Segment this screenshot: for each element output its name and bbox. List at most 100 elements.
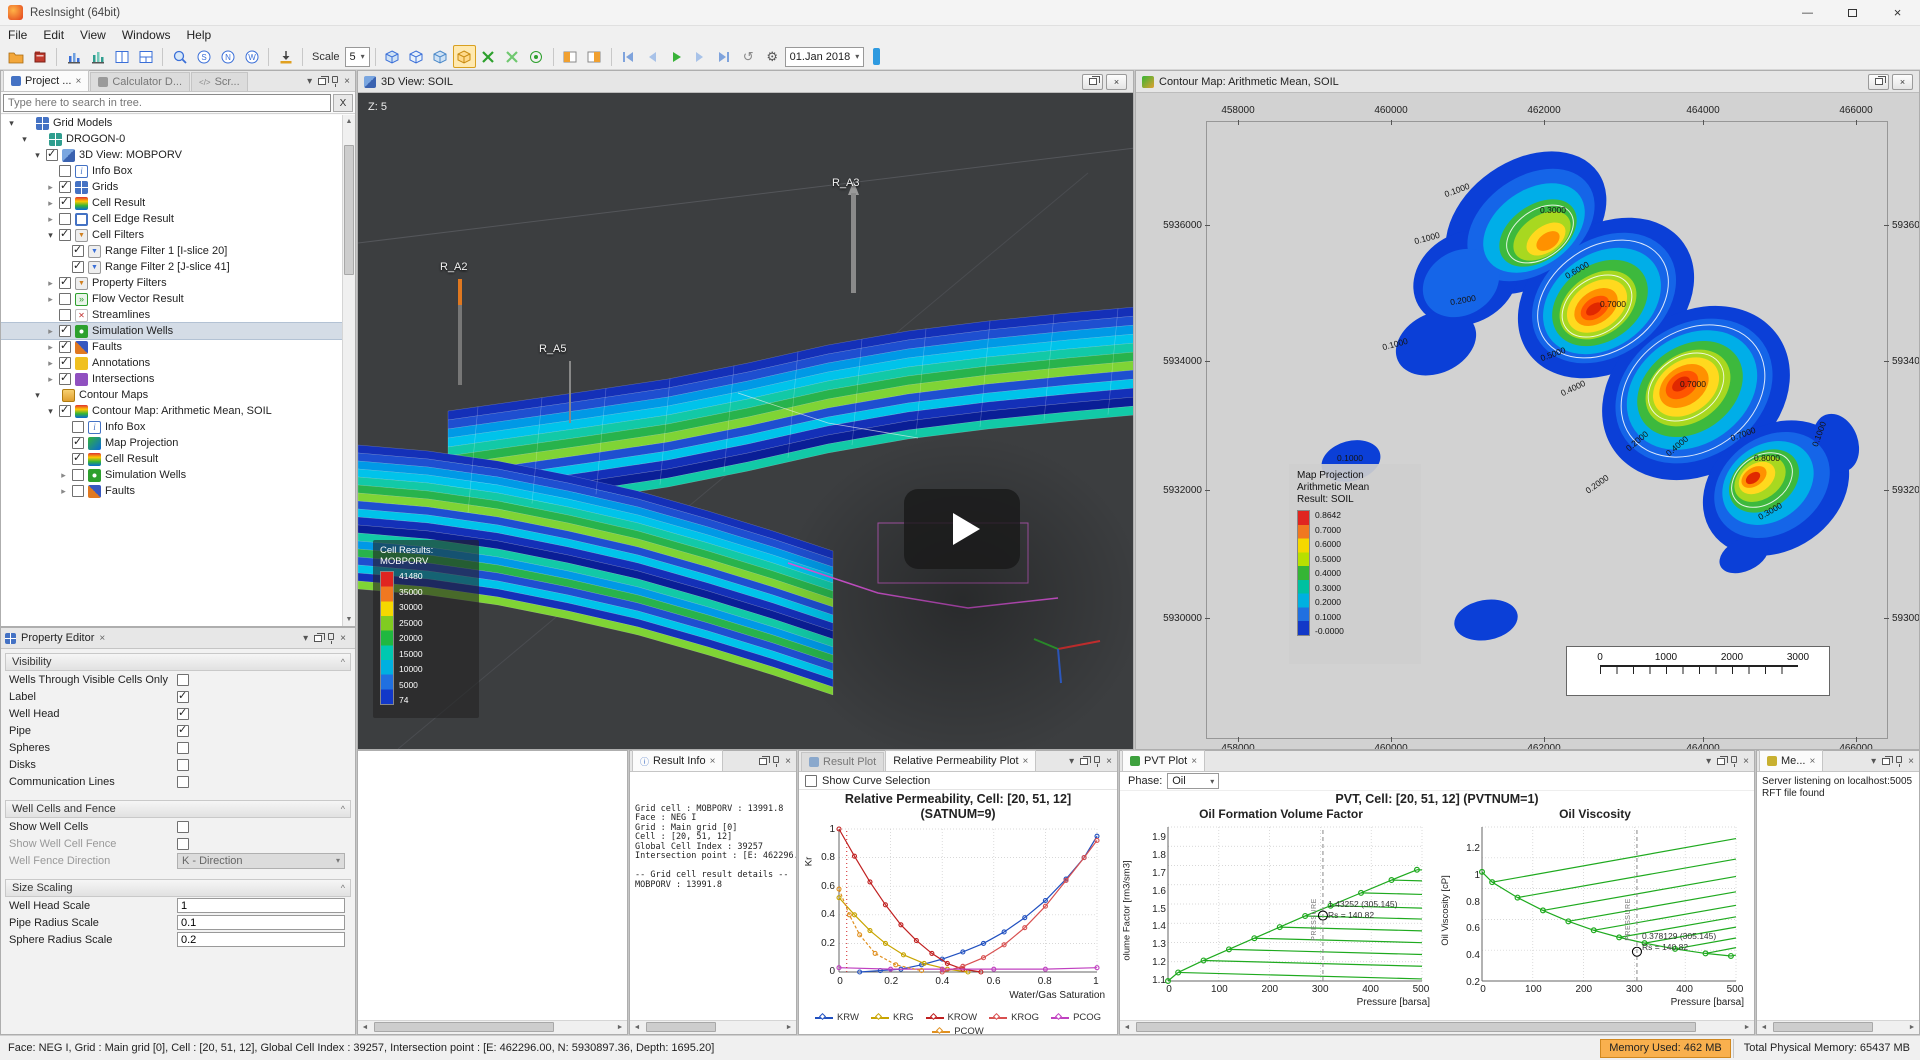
section-header[interactable]: Size Scaling ^ (5, 879, 351, 897)
pin-panel-icon[interactable] (1731, 756, 1737, 766)
clear-search-button[interactable]: X (333, 94, 353, 112)
float-panel-icon[interactable] (1080, 758, 1088, 765)
float-panel-icon[interactable] (314, 635, 322, 642)
view-west-button[interactable]: W (240, 45, 263, 68)
tree-item[interactable]: Info Box (1, 163, 342, 179)
expand-arrow-icon[interactable] (5, 117, 18, 129)
visibility-checkbox[interactable] (59, 229, 71, 241)
horizontal-scrollbar[interactable]: ◄ ► (630, 1020, 796, 1034)
visibility-checkbox[interactable] (72, 453, 84, 465)
panel-menu-icon[interactable]: ▾ (307, 76, 312, 87)
import-case-button[interactable] (28, 45, 51, 68)
pin-panel-icon[interactable] (332, 76, 338, 86)
property-checkbox[interactable] (177, 821, 189, 833)
property-checkbox[interactable] (177, 708, 189, 720)
scroll-right-icon[interactable]: ► (613, 1021, 627, 1034)
close-panel-icon[interactable]: × (1106, 756, 1112, 767)
property-checkbox[interactable] (177, 725, 189, 737)
tree-item[interactable]: DROGON-0 (1, 131, 342, 147)
scroll-thumb[interactable] (646, 1022, 716, 1032)
close-window-button[interactable]: × (1106, 74, 1127, 90)
menu-item[interactable]: File (0, 26, 35, 44)
property-input[interactable] (177, 898, 345, 913)
viewport-3d[interactable]: Z: 5 R_A2R_A3R_A5 Cell Results: MOBPORV … (358, 93, 1133, 749)
property-editor-close-icon[interactable]: × (99, 633, 105, 644)
expand-arrow-icon[interactable] (44, 293, 57, 305)
visibility-checkbox[interactable] (72, 245, 84, 257)
expand-arrow-icon[interactable] (44, 405, 57, 417)
tree-item[interactable]: Simulation Wells (1, 323, 342, 339)
expand-arrow-icon[interactable] (57, 469, 70, 481)
phase-select[interactable]: Oil▾ (1167, 773, 1219, 789)
scale-select[interactable]: 5▾ (345, 47, 370, 67)
tab-close-icon[interactable]: × (1191, 756, 1197, 767)
tree-item[interactable]: Cell Result (1, 451, 342, 467)
visibility-checkbox[interactable] (59, 213, 71, 225)
menu-item[interactable]: View (72, 26, 114, 44)
horizontal-scrollbar[interactable]: ◄ ► (1120, 1020, 1754, 1034)
visibility-checkbox[interactable] (59, 373, 71, 385)
tab-close-icon[interactable]: × (710, 756, 716, 767)
visibility-checkbox[interactable] (72, 437, 84, 449)
tree-item[interactable]: 3D View: MOBPORV (1, 147, 342, 163)
horizontal-scrollbar[interactable]: ◄ ► (358, 1020, 627, 1034)
snapshot-button[interactable] (274, 45, 297, 68)
tree-item[interactable]: Streamlines (1, 307, 342, 323)
tab-close-icon[interactable]: × (75, 76, 81, 87)
well-allocation-button[interactable] (525, 45, 548, 68)
visibility-checkbox[interactable] (59, 405, 71, 417)
close-button[interactable]: × (1875, 0, 1920, 26)
scroll-thumb[interactable] (344, 145, 354, 275)
zoom-all-button[interactable] (168, 45, 191, 68)
tree-item[interactable]: Property Filters (1, 275, 342, 291)
pin-panel-icon[interactable] (1896, 756, 1902, 766)
new-summary-plot-button[interactable] (86, 45, 109, 68)
tree-item[interactable]: Faults (1, 483, 342, 499)
legend-entry[interactable]: KRG (871, 1012, 914, 1023)
view-south-button[interactable]: S (192, 45, 215, 68)
scroll-left-icon[interactable]: ◄ (1757, 1021, 1771, 1034)
scroll-right-icon[interactable]: ► (782, 1021, 796, 1034)
scroll-thumb[interactable] (1773, 1022, 1873, 1032)
show-curve-selection-checkbox[interactable] (805, 775, 817, 787)
tree-item[interactable]: Annotations (1, 355, 342, 371)
show-grid-cells-button[interactable] (453, 45, 476, 68)
visibility-checkbox[interactable] (59, 181, 71, 193)
property-input[interactable] (177, 932, 345, 947)
new-plot-window-button[interactable] (62, 45, 85, 68)
visibility-checkbox[interactable] (72, 485, 84, 497)
tab-close-icon[interactable]: × (1023, 756, 1029, 767)
scroll-thumb[interactable] (374, 1022, 554, 1032)
section-header[interactable]: Visibility ^ (5, 653, 351, 671)
skip-to-start-button[interactable] (617, 45, 640, 68)
visibility-checkbox[interactable] (59, 357, 71, 369)
collapse-chevron-icon[interactable]: ^ (341, 657, 344, 667)
view3d-titlebar[interactable]: 3D View: SOIL × (358, 71, 1133, 93)
menu-item[interactable]: Help (179, 26, 220, 44)
expand-arrow-icon[interactable] (44, 213, 57, 225)
repeat-animation-button[interactable]: ↺ (737, 45, 760, 68)
tree-item[interactable]: Grids (1, 179, 342, 195)
scroll-down-icon[interactable]: ▼ (343, 613, 355, 626)
panel-menu-icon[interactable]: ▾ (303, 633, 308, 644)
play-button[interactable] (665, 45, 688, 68)
tab-pvt-plot[interactable]: PVT Plot× (1122, 750, 1205, 771)
legend-entry[interactable]: KROW (926, 1012, 978, 1023)
window-layout-button[interactable] (134, 45, 157, 68)
visibility-checkbox[interactable] (72, 261, 84, 273)
tree-search-input[interactable] (3, 94, 331, 112)
expand-arrow-icon[interactable] (57, 485, 70, 497)
open-project-button[interactable] (4, 45, 27, 68)
visibility-checkbox[interactable] (59, 197, 71, 209)
panel-menu-icon[interactable]: ▾ (1069, 756, 1074, 767)
expand-arrow-icon[interactable] (44, 229, 57, 241)
tree-item[interactable]: Faults (1, 339, 342, 355)
scroll-left-icon[interactable]: ◄ (630, 1021, 644, 1034)
scroll-thumb[interactable] (1136, 1022, 1696, 1032)
pin-panel-icon[interactable] (773, 756, 779, 766)
expand-arrow-icon[interactable] (18, 133, 31, 145)
tab-project-tree[interactable]: Project ...× (3, 70, 89, 91)
tree-item[interactable]: Grid Models (1, 115, 342, 131)
visibility-checkbox[interactable] (59, 309, 71, 321)
collapse-chevron-icon[interactable]: ^ (341, 804, 344, 814)
